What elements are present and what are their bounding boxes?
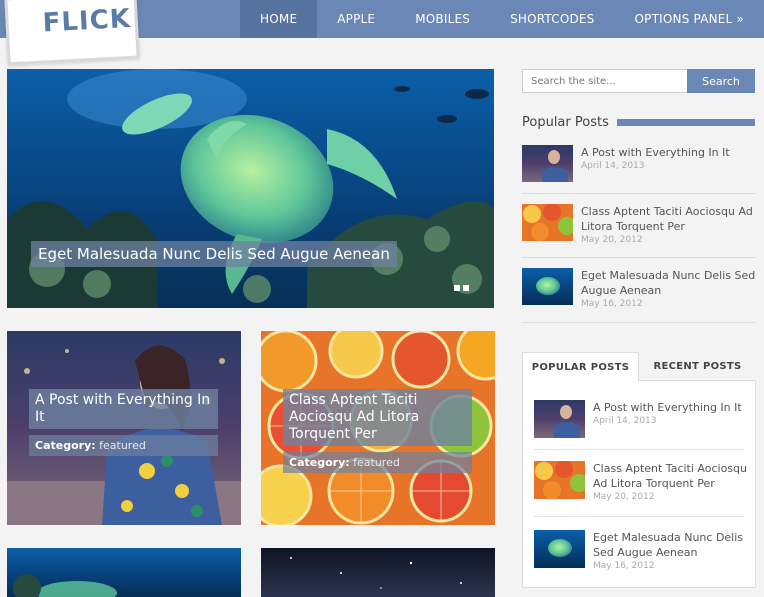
tab-recent-posts[interactable]: RECENT POSTS xyxy=(639,352,756,381)
slider-dot-2[interactable] xyxy=(463,285,469,291)
nav-item-options-panel[interactable]: OPTIONS PANEL » xyxy=(615,0,764,38)
tab-post-date: May 16, 2012 xyxy=(593,561,655,571)
nav-item-shortcodes[interactable]: SHORTCODES xyxy=(490,0,614,38)
post-card-citrus[interactable]: Class Aptent Taciti Aociosqu Ad Litora T… xyxy=(261,331,495,525)
slider-image-sea-turtle xyxy=(7,69,494,308)
post-thumbnail[interactable] xyxy=(522,204,573,241)
nav-item-apple[interactable]: APPLE xyxy=(317,0,395,38)
category-link[interactable]: featured xyxy=(353,456,400,469)
tab-post-title[interactable]: Class Aptent Taciti Aociosqu Ad Litora T… xyxy=(593,461,748,491)
divider xyxy=(522,193,756,194)
category-link[interactable]: featured xyxy=(99,439,146,452)
post-card-category: Category: featured xyxy=(29,435,218,456)
tab-post-date: April 14, 2013 xyxy=(593,416,657,426)
post-card-category: Category: featured xyxy=(283,452,472,473)
popular-posts-heading: Popular Posts xyxy=(522,115,609,130)
post-thumbnail[interactable] xyxy=(522,268,573,305)
post-image-night-sky xyxy=(261,548,495,597)
tab-post-title[interactable]: A Post with Everything In It xyxy=(593,400,748,415)
divider xyxy=(522,257,756,258)
post-card-sea-partial[interactable] xyxy=(7,548,241,597)
post-card-title[interactable]: Class Aptent Taciti Aociosqu Ad Litora T… xyxy=(283,389,472,446)
post-thumbnail[interactable] xyxy=(534,530,585,568)
post-card-woman[interactable]: A Post with Everything In It Category: f… xyxy=(7,331,241,525)
nav-item-home[interactable]: HOME xyxy=(240,0,318,38)
search-input[interactable] xyxy=(522,69,688,93)
divider xyxy=(534,449,744,450)
logo-card[interactable]: FLICK xyxy=(4,0,140,66)
category-label: Category: xyxy=(35,439,96,452)
site-logo: FLICK xyxy=(41,3,132,39)
post-thumbnail[interactable] xyxy=(534,400,585,438)
post-card-title[interactable]: A Post with Everything In It xyxy=(29,389,218,429)
popular-post-date: May 16, 2012 xyxy=(581,299,643,309)
tab-popular-posts[interactable]: POPULAR POSTS xyxy=(522,352,639,381)
popular-post-date: May 20, 2012 xyxy=(581,235,643,245)
popular-post-title[interactable]: Eget Malesuada Nunc Delis Sed Augue Aene… xyxy=(581,268,756,298)
post-thumbnail[interactable] xyxy=(522,145,573,182)
slider-dot-1[interactable] xyxy=(454,285,460,291)
tab-post-title[interactable]: Eget Malesuada Nunc Delis Sed Augue Aene… xyxy=(593,530,748,560)
divider xyxy=(534,516,744,517)
category-label: Category: xyxy=(289,456,350,469)
tab-post-date: May 20, 2012 xyxy=(593,492,655,502)
popular-post-title[interactable]: A Post with Everything In It xyxy=(581,145,756,160)
main-nav: HOME APPLE MOBILES SHORTCODES OPTIONS PA… xyxy=(240,0,764,38)
heading-accent-bar xyxy=(617,119,755,126)
featured-slider[interactable]: Eget Malesuada Nunc Delis Sed Augue Aene… xyxy=(7,69,494,308)
nav-item-mobiles[interactable]: MOBILES xyxy=(395,0,490,38)
popular-post-date: April 14, 2013 xyxy=(581,161,645,171)
search-button[interactable]: Search xyxy=(687,69,755,93)
post-card-sky-partial[interactable] xyxy=(261,548,495,597)
popular-post-title[interactable]: Class Aptent Taciti Aociosqu Ad Litora T… xyxy=(581,204,756,234)
divider xyxy=(522,322,756,323)
slide-caption[interactable]: Eget Malesuada Nunc Delis Sed Augue Aene… xyxy=(31,241,397,267)
post-image-sea xyxy=(7,548,241,597)
slider-pagination xyxy=(454,285,469,291)
post-thumbnail[interactable] xyxy=(534,461,585,499)
